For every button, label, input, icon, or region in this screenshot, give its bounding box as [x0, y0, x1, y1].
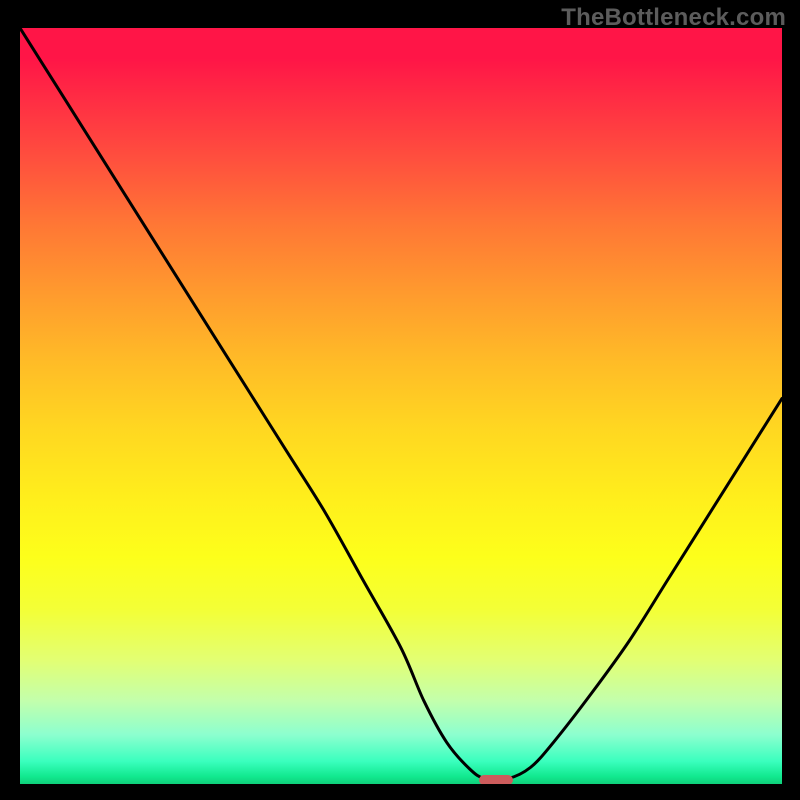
bottleneck-curve — [20, 28, 782, 784]
watermark-text: TheBottleneck.com — [561, 4, 786, 32]
optimal-point-marker — [479, 775, 513, 784]
chart-frame: TheBottleneck.com — [0, 0, 800, 800]
plot-area — [20, 28, 782, 784]
